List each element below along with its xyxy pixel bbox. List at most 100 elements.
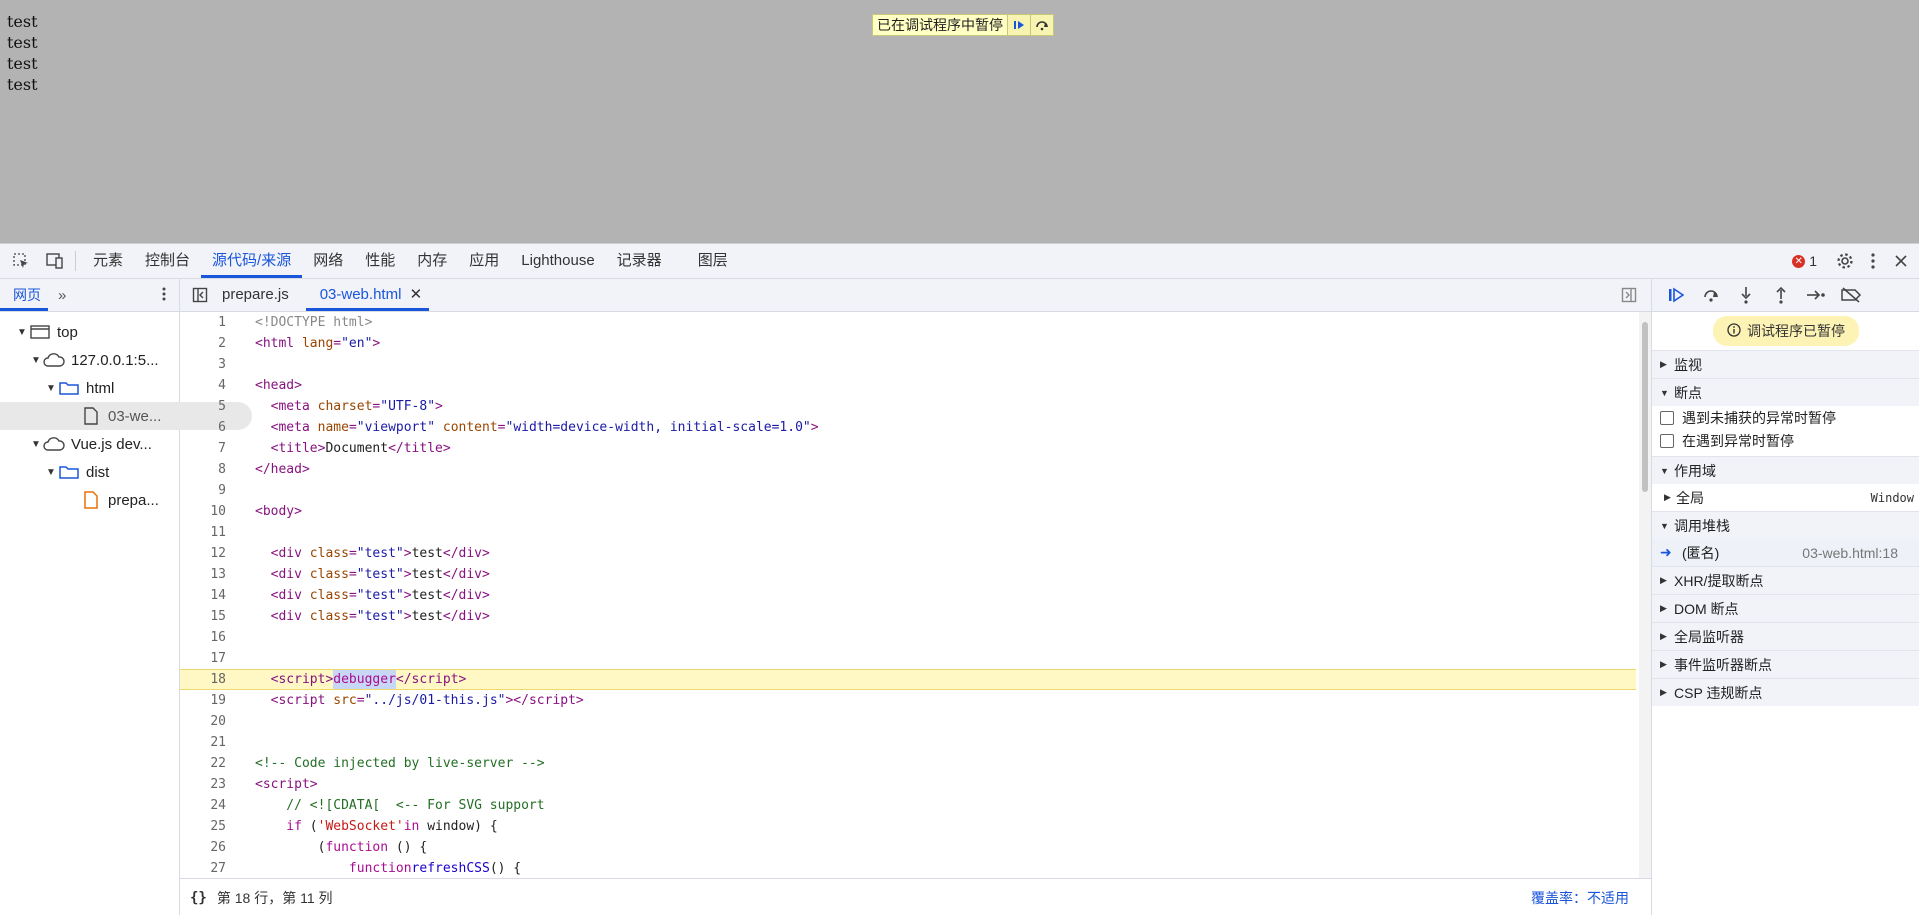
paused-banner-text: 已在调试程序中暂停 <box>877 17 1003 33</box>
scope-global-row[interactable]: ▶ 全局 Window <box>1652 484 1919 511</box>
section-event-listener-breakpoints[interactable]: ▶ 事件监听器断点 <box>1652 650 1919 678</box>
more-tabs-icon[interactable]: » <box>58 287 66 304</box>
section-label: 事件监听器断点 <box>1674 656 1772 673</box>
file-navigator: 网页 » ▼ top ▼ 127.0.0.1:5... ▼ html 03-we… <box>0 279 252 915</box>
step-out-icon[interactable] <box>1767 281 1794 309</box>
section-csp-breakpoints[interactable]: ▶ CSP 违规断点 <box>1652 678 1919 706</box>
frame-icon <box>29 322 51 342</box>
inspect-element-icon[interactable] <box>7 244 35 278</box>
expanded-arrow-icon: ▼ <box>1660 465 1669 476</box>
settings-gear-icon[interactable] <box>1831 244 1859 278</box>
section-global-listeners[interactable]: ▶ 全局监听器 <box>1652 622 1919 650</box>
tree-label: html <box>86 379 115 397</box>
tab-performance[interactable]: 性能 <box>354 244 406 278</box>
section-watch[interactable]: ▶ 监视 <box>1652 350 1919 378</box>
close-tab-icon[interactable]: ✕ <box>410 286 423 303</box>
paused-pill-label: 调试程序已暂停 <box>1747 323 1845 339</box>
tree-label: dist <box>86 463 110 481</box>
navigator-menu-icon[interactable] <box>161 286 167 305</box>
code-line: 26 (function () { <box>210 840 428 855</box>
tab-lighthouse[interactable]: Lighthouse <box>510 244 605 278</box>
section-label: 调用堆栈 <box>1674 517 1730 534</box>
code-line: 6 <meta name = "viewport" content = "width=d… <box>218 420 819 435</box>
tree-label: Vue.js dev... <box>71 435 152 453</box>
code-line: 16 <box>210 630 226 645</box>
section-scope[interactable]: ▼ 作用域 <box>1652 456 1919 484</box>
code-line: 23 <script> <box>210 777 318 792</box>
call-frame-row[interactable]: ➜ (匿名) 03-web.html:18 <box>1652 539 1919 566</box>
paused-status: 监视 调试程序已暂停 <box>1652 312 1919 350</box>
expand-arrow-icon: ▼ <box>31 354 41 366</box>
more-options-icon[interactable] <box>1859 244 1887 278</box>
cloud-icon <box>43 434 65 454</box>
pause-caught-checkbox[interactable]: 在遇到异常时暂停 <box>1652 429 1919 452</box>
tab-layers[interactable]: 图层 <box>687 244 739 278</box>
code-line: 13 <div class = "test" > test </div> <box>210 567 490 582</box>
section-xhr-breakpoints[interactable]: ▶ XHR/提取断点 <box>1652 566 1919 594</box>
error-icon: ✕ <box>1792 254 1806 268</box>
step-icon[interactable] <box>1802 281 1829 309</box>
tab-application[interactable]: 应用 <box>458 244 510 278</box>
expand-arrow-icon: ▼ <box>46 382 56 394</box>
resume-icon[interactable] <box>1007 15 1030 35</box>
pretty-print-icon[interactable]: {} <box>190 890 207 906</box>
devtools-panel: 元素 控制台 源代码/来源 网络 性能 内存 应用 Lighthouse 记录器… <box>0 243 1919 916</box>
scrollbar-thumb[interactable] <box>1642 322 1648 492</box>
expanded-arrow-icon: ▼ <box>1660 387 1669 398</box>
code-view[interactable]: 1 <!DOCTYPE html> 2 <html lang = "en" > 3 4 <h… <box>180 312 1636 878</box>
section-dom-breakpoints[interactable]: ▶ DOM 断点 <box>1652 594 1919 622</box>
section-label: 作用域 <box>1674 462 1716 479</box>
close-devtools-icon[interactable] <box>1887 244 1915 278</box>
step-over-icon[interactable] <box>1030 15 1053 35</box>
code-line: 22 <!-- Code injected by live-server --> <box>210 756 545 771</box>
page-text: test <box>7 75 38 94</box>
checkbox-box[interactable] <box>1660 433 1674 448</box>
file-icon <box>80 406 102 426</box>
deactivate-breakpoints-icon[interactable] <box>1837 281 1864 309</box>
resume-icon[interactable] <box>1662 281 1689 309</box>
tree-label: prepa... <box>108 491 159 509</box>
pause-uncaught-checkbox[interactable]: 遇到未捕获的异常时暂停 <box>1652 406 1919 429</box>
tree-item-top[interactable]: ▼ top <box>0 318 179 346</box>
coverage-status[interactable]: 覆盖率：不适用 <box>1531 888 1629 908</box>
code-line: 27 function refreshCSS() { <box>210 861 522 876</box>
tab-recorder[interactable]: 记录器 <box>606 244 673 278</box>
toggle-debugger-sidebar-icon[interactable] <box>1621 287 1637 303</box>
section-call-stack[interactable]: ▼ 调用堆栈 <box>1652 511 1919 539</box>
device-toolbar-icon[interactable] <box>41 244 69 278</box>
section-breakpoints[interactable]: ▼ 断点 <box>1652 378 1919 406</box>
editor-tab-03-web-html[interactable]: 03-web.html ✕ <box>305 279 430 311</box>
tree-item-folder-html[interactable]: ▼ html <box>0 374 179 402</box>
folder-icon <box>58 462 80 482</box>
code-scrollbar[interactable] <box>1639 312 1651 878</box>
page-text: test <box>7 54 38 73</box>
code-line: 12 <div class = "test" > test </div> <box>210 546 490 561</box>
tree-item-file-prepare[interactable]: prepa... <box>0 486 179 514</box>
debugger-toolbar <box>1652 279 1919 312</box>
tree-item-origin[interactable]: ▼ 127.0.0.1:5... <box>0 346 179 374</box>
collapsed-arrow-icon: ▶ <box>1660 659 1667 669</box>
editor-tab-prepare-js[interactable]: prepare.js <box>208 279 296 311</box>
code-line: 4 <head> <box>218 378 302 393</box>
tab-sources[interactable]: 源代码/来源 <box>201 244 303 278</box>
editor-statusbar: {} 第 18 行，第 11 列 覆盖率：不适用 <box>180 878 1651 916</box>
tree-item-vue-devtools[interactable]: ▼ Vue.js dev... <box>0 430 179 458</box>
toggle-navigator-icon[interactable] <box>192 287 208 303</box>
devtools-tabbar: 元素 控制台 源代码/来源 网络 性能 内存 应用 Lighthouse 记录器… <box>0 244 1919 279</box>
tree-item-folder-dist[interactable]: ▼ dist <box>0 458 179 486</box>
error-counter[interactable]: ✕ 1 <box>1792 253 1817 269</box>
step-into-icon[interactable] <box>1732 281 1759 309</box>
info-icon <box>1727 322 1741 340</box>
step-over-icon[interactable] <box>1697 281 1724 309</box>
checkbox-box[interactable] <box>1660 410 1674 425</box>
section-label: 断点 <box>1674 384 1702 401</box>
section-label: DOM 断点 <box>1674 600 1739 617</box>
collapsed-arrow-icon: ▶ <box>1660 631 1667 641</box>
tab-console[interactable]: 控制台 <box>134 244 201 278</box>
tab-elements[interactable]: 元素 <box>82 244 134 278</box>
tab-memory[interactable]: 内存 <box>406 244 458 278</box>
current-frame-arrow-icon: ➜ <box>1660 544 1672 560</box>
frame-location[interactable]: 03-web.html:18 <box>1802 545 1898 561</box>
tab-network[interactable]: 网络 <box>302 244 354 278</box>
tab-page[interactable]: 网页 <box>0 279 48 311</box>
